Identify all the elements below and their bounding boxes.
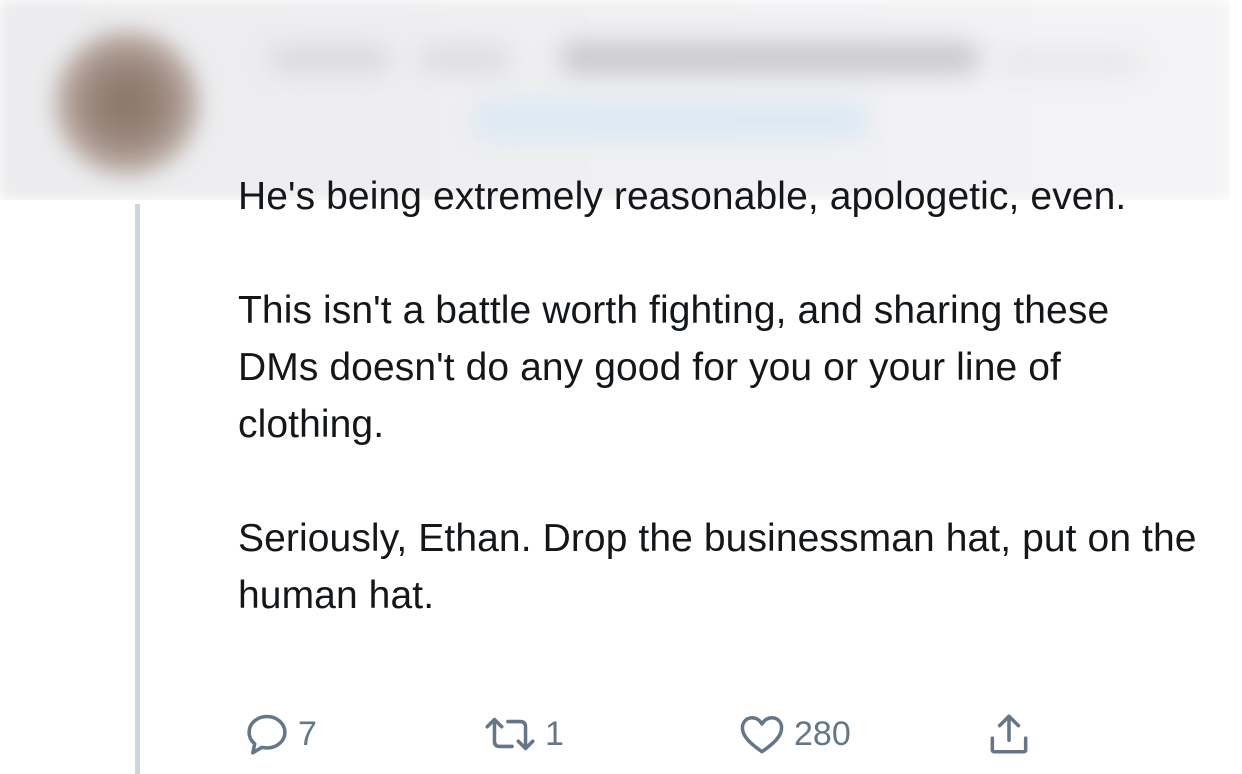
retweet-count: 1: [545, 715, 564, 753]
share-icon: [983, 709, 1035, 759]
tweet: He's being extremely reasonable, apologe…: [0, 0, 1242, 774]
retweet-icon: [481, 709, 539, 759]
redacted-reply-link: [470, 100, 870, 140]
tweet-action-bar: 7 1 280: [238, 706, 1138, 762]
redacted-username: [560, 42, 980, 74]
tweet-text: He's being extremely reasonable, apologe…: [238, 168, 1198, 624]
redacted-handle: [420, 46, 510, 72]
redacted-display-name: [270, 46, 390, 72]
share-button[interactable]: [983, 706, 1035, 762]
redacted-timestamp: [1000, 52, 1140, 72]
thread-line: [135, 204, 140, 774]
reply-icon: [242, 709, 292, 759]
avatar[interactable]: [52, 28, 202, 178]
tweet-paragraph: He's being extremely reasonable, apologe…: [238, 175, 1127, 218]
tweet-paragraph: Seriously, Ethan. Drop the businessman h…: [238, 517, 1197, 617]
like-button[interactable]: 280: [736, 706, 851, 762]
retweet-button[interactable]: 1: [481, 706, 564, 762]
reply-count: 7: [298, 715, 317, 753]
reply-button[interactable]: 7: [242, 706, 317, 762]
heart-icon: [736, 709, 788, 759]
like-count: 280: [794, 715, 851, 753]
tweet-paragraph: This isn't a battle worth fighting, and …: [238, 289, 1110, 446]
